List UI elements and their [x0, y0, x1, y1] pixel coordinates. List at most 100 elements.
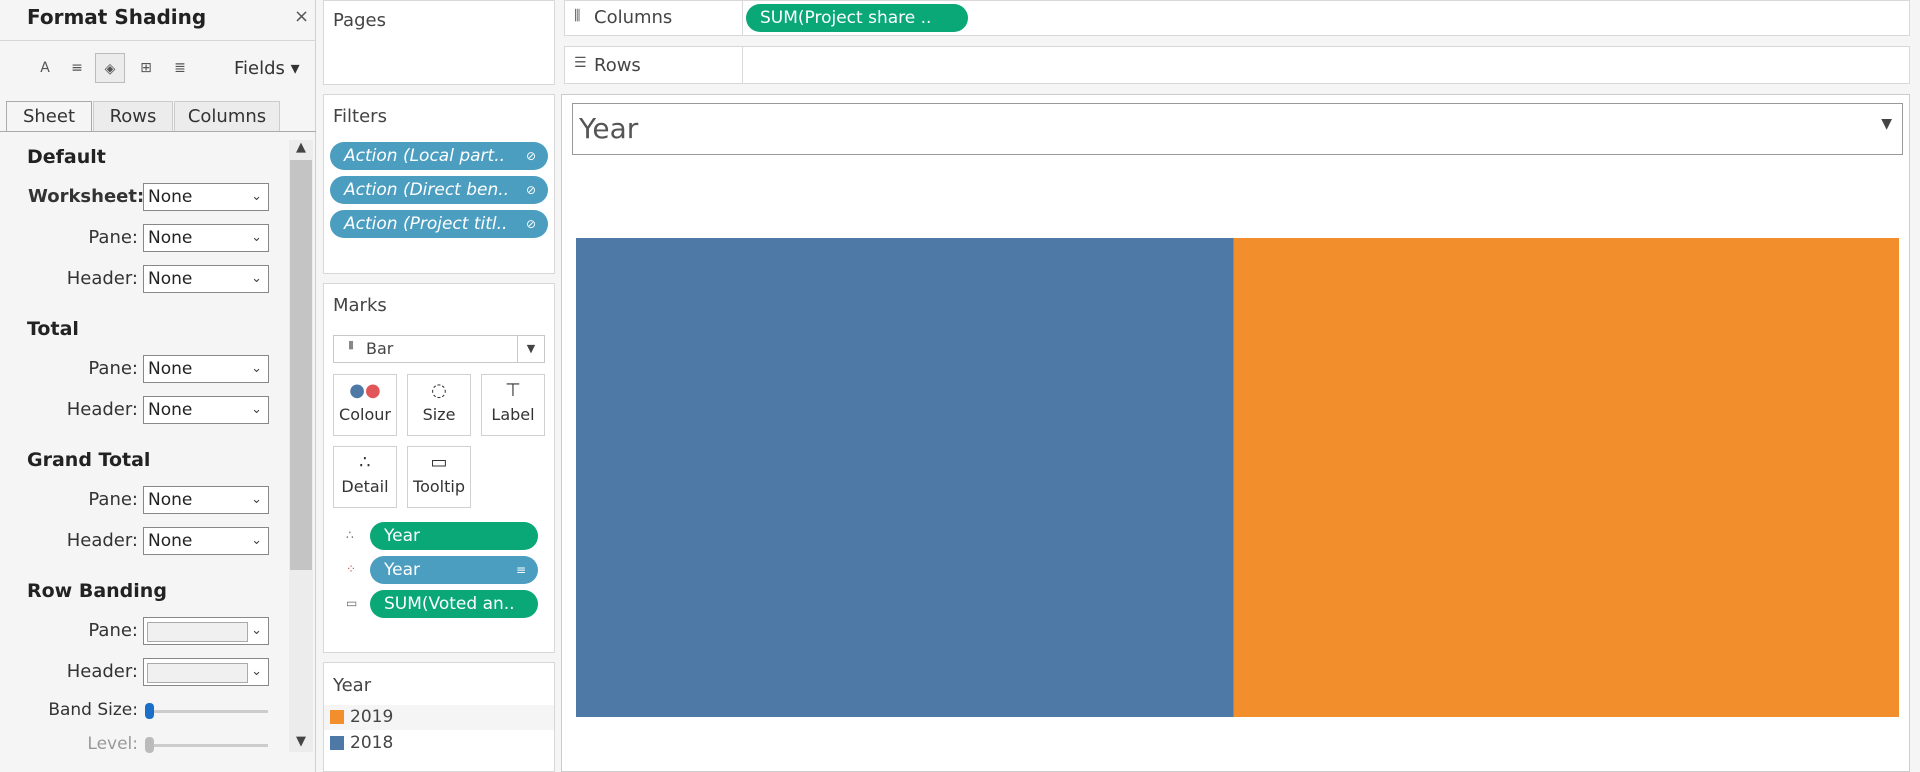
- colour-button[interactable]: ●● Colour: [333, 374, 397, 436]
- legend-swatch: [330, 710, 344, 724]
- legend-label: 2019: [350, 707, 394, 727]
- section-row-banding-title: Row Banding: [27, 580, 167, 602]
- year-filter-dropdown[interactable]: Year ▼: [572, 103, 1903, 155]
- detail-icon: ∴: [346, 528, 354, 542]
- tooltip-button[interactable]: ▭ Tooltip: [407, 446, 471, 508]
- alignment-format-icon[interactable]: ≡: [62, 53, 92, 83]
- row-banding-pane-color-picker[interactable]: ⌄: [143, 617, 269, 645]
- grand-total-pane-label: Pane:: [88, 489, 138, 510]
- fields-dropdown[interactable]: Fields ▾: [234, 58, 300, 79]
- scrollbar-thumb[interactable]: [290, 160, 312, 570]
- colour-icon: ●●: [349, 380, 381, 401]
- level-slider[interactable]: [148, 744, 268, 747]
- pill-label: Year: [384, 560, 420, 580]
- format-pane-title: Format Shading: [27, 5, 207, 29]
- color-swatch: [147, 622, 248, 642]
- chevron-down-icon: ▼: [517, 336, 544, 362]
- row-banding-header-label: Header:: [66, 661, 138, 682]
- close-icon[interactable]: ×: [294, 6, 309, 27]
- default-pane-dropdown[interactable]: None ⌄: [143, 224, 269, 252]
- shelf-divider: [742, 46, 743, 84]
- pill-label: Action (Direct ben..: [344, 180, 510, 200]
- rows-shelf[interactable]: [564, 46, 1910, 84]
- mark-type-dropdown[interactable]: ▮ Bar ▼: [333, 335, 545, 363]
- level-label: Level:: [87, 734, 138, 754]
- bar-chart-icon: ▮: [348, 338, 355, 351]
- font-format-icon[interactable]: A: [30, 53, 60, 83]
- pill-label: Action (Local part..: [344, 146, 506, 166]
- columns-field-pill[interactable]: SUM(Project share ..: [746, 4, 968, 32]
- link-icon: ⊘: [525, 217, 536, 231]
- section-default-title: Default: [27, 146, 106, 168]
- level-slider-handle[interactable]: [145, 737, 154, 753]
- total-pane-dropdown[interactable]: None ⌄: [143, 355, 269, 383]
- marks-field-pill[interactable]: Year ≡: [370, 556, 538, 584]
- grand-total-header-dropdown[interactable]: None ⌄: [143, 527, 269, 555]
- dropdown-value: None: [148, 228, 193, 248]
- chevron-down-icon: ⌄: [251, 492, 262, 507]
- detail-icon: ∴: [359, 452, 371, 473]
- marks-field-pill[interactable]: Year: [370, 522, 538, 550]
- band-size-label: Band Size:: [48, 700, 138, 720]
- filter-pill[interactable]: Action (Project titl.. ⊘: [330, 210, 548, 238]
- rows-icon: ☰: [574, 55, 587, 71]
- grand-total-pane-dropdown[interactable]: None ⌄: [143, 486, 269, 514]
- legend-label: 2018: [350, 733, 394, 753]
- section-total-title: Total: [27, 318, 79, 340]
- default-header-label: Header:: [66, 268, 138, 289]
- worksheet-shading-dropdown[interactable]: None ⌄: [143, 183, 269, 211]
- default-header-dropdown[interactable]: None ⌄: [143, 265, 269, 293]
- bar-segment-2018[interactable]: [576, 238, 1234, 717]
- size-button[interactable]: ◌ Size: [407, 374, 471, 436]
- lines-format-icon[interactable]: ≣: [165, 53, 195, 83]
- band-size-slider[interactable]: [148, 710, 268, 713]
- legend-item-2019[interactable]: 2019: [324, 705, 554, 730]
- row-banding-header-color-picker[interactable]: ⌄: [143, 658, 269, 686]
- chevron-down-icon: ⌄: [251, 402, 262, 417]
- colour-label: Colour: [339, 405, 391, 424]
- detail-button[interactable]: ∴ Detail: [333, 446, 397, 508]
- chevron-down-icon: ⌄: [251, 230, 262, 245]
- pill-label: Action (Project titl..: [344, 214, 508, 234]
- columns-label: Columns: [594, 7, 673, 28]
- row-banding-pane-label: Pane:: [88, 620, 138, 641]
- text-label-icon: ⊤: [505, 380, 521, 401]
- stacked-bar-chart: [576, 238, 1899, 717]
- scroll-up-icon[interactable]: ▲: [289, 140, 313, 158]
- section-grand-total-title: Grand Total: [27, 449, 151, 471]
- tab-rows[interactable]: Rows: [93, 101, 173, 131]
- default-pane-label: Pane:: [88, 227, 138, 248]
- total-header-label: Header:: [66, 399, 138, 420]
- grand-total-header-label: Header:: [66, 530, 138, 551]
- legend-swatch: [330, 736, 344, 750]
- shading-format-icon[interactable]: ◈: [95, 53, 125, 83]
- band-size-slider-handle[interactable]: [145, 703, 154, 719]
- total-pane-label: Pane:: [88, 358, 138, 379]
- filter-pill[interactable]: Action (Direct ben.. ⊘: [330, 176, 548, 204]
- marks-title: Marks: [333, 295, 387, 316]
- tab-sheet[interactable]: Sheet: [6, 101, 92, 131]
- shelf-divider: [742, 0, 743, 36]
- columns-icon: ⫼: [574, 8, 581, 24]
- chevron-down-icon: ▼: [1881, 116, 1892, 132]
- color-swatch: [147, 663, 248, 683]
- tooltip-label: Tooltip: [413, 477, 465, 496]
- pages-title: Pages: [333, 10, 386, 31]
- legend-item-2018[interactable]: 2018: [324, 731, 554, 756]
- bar-segment-2019[interactable]: [1233, 238, 1899, 717]
- tab-columns[interactable]: Columns: [174, 101, 280, 131]
- worksheet-label: Worksheet:: [28, 186, 145, 207]
- dropdown-value: None: [148, 490, 193, 510]
- total-header-dropdown[interactable]: None ⌄: [143, 396, 269, 424]
- year-filter-label: Year: [579, 112, 639, 145]
- sort-icon: ≡: [515, 563, 526, 577]
- scroll-down-icon[interactable]: ▼: [289, 734, 313, 752]
- marks-field-pill[interactable]: SUM(Voted an..: [370, 590, 538, 618]
- tab-divider: [0, 131, 316, 132]
- size-icon: ◌: [431, 380, 447, 401]
- label-button[interactable]: ⊤ Label: [481, 374, 545, 436]
- borders-format-icon[interactable]: ⊞: [131, 53, 161, 83]
- filter-pill[interactable]: Action (Local part.. ⊘: [330, 142, 548, 170]
- link-icon: ⊘: [525, 183, 536, 197]
- dropdown-value: None: [148, 531, 193, 551]
